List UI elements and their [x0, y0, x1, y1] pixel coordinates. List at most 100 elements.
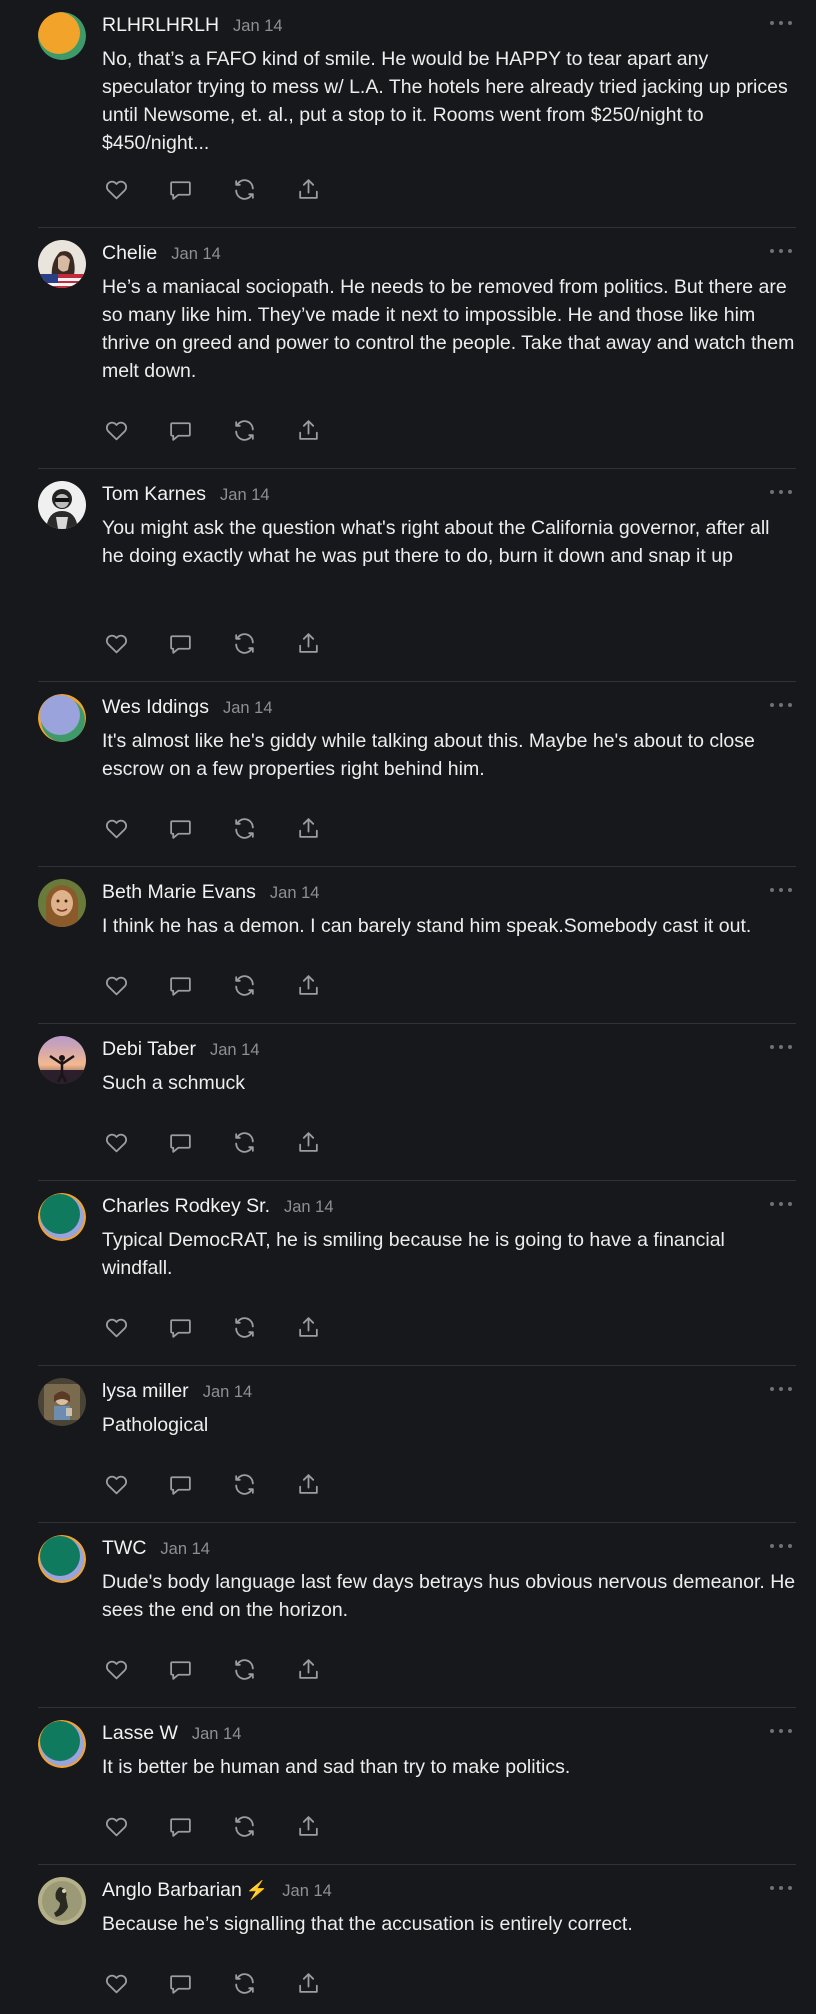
comment-date[interactable]: Jan 14	[233, 17, 283, 36]
author-name[interactable]: Wes Iddings	[102, 696, 209, 719]
avatar[interactable]	[38, 1378, 86, 1426]
author-name[interactable]: Beth Marie Evans	[102, 881, 256, 904]
speech-bubble-icon[interactable]	[166, 971, 194, 999]
share-upload-icon[interactable]	[294, 175, 322, 203]
comment: RLHRLHRLH Jan 14 No, that’s a FAFO kind …	[38, 0, 796, 228]
ellipsis-icon[interactable]	[770, 16, 792, 30]
author-name[interactable]: RLHRLHRLH	[102, 14, 219, 37]
ellipsis-icon[interactable]	[770, 1382, 792, 1396]
share-upload-icon[interactable]	[294, 814, 322, 842]
author-name[interactable]: lysa miller	[102, 1380, 189, 1403]
avatar[interactable]	[38, 1036, 86, 1084]
ellipsis-icon[interactable]	[770, 1197, 792, 1211]
restack-icon[interactable]	[230, 1313, 258, 1341]
ellipsis-icon[interactable]	[770, 1040, 792, 1054]
share-upload-icon[interactable]	[294, 971, 322, 999]
comment-date[interactable]: Jan 14	[282, 1882, 332, 1901]
ellipsis-icon[interactable]	[770, 1724, 792, 1738]
restack-icon[interactable]	[230, 971, 258, 999]
author-name[interactable]: Debi Taber	[102, 1038, 196, 1061]
heart-icon[interactable]	[102, 1812, 130, 1840]
speech-bubble-icon[interactable]	[166, 814, 194, 842]
comment-actions	[102, 416, 358, 444]
speech-bubble-icon[interactable]	[166, 1313, 194, 1341]
ellipsis-icon[interactable]	[770, 244, 792, 258]
heart-icon[interactable]	[102, 1128, 130, 1156]
speech-bubble-icon[interactable]	[166, 175, 194, 203]
avatar[interactable]	[38, 481, 86, 529]
speech-bubble-icon[interactable]	[166, 1812, 194, 1840]
share-upload-icon[interactable]	[294, 1128, 322, 1156]
heart-icon[interactable]	[102, 814, 130, 842]
share-upload-icon[interactable]	[294, 1969, 322, 1997]
avatar[interactable]	[38, 1535, 86, 1583]
comment-text: It's almost like he's giddy while talkin…	[102, 730, 755, 780]
ellipsis-icon[interactable]	[770, 485, 792, 499]
comment: Chelie Jan 14 He’s a maniacal sociopath.…	[38, 228, 796, 469]
avatar[interactable]	[38, 879, 86, 927]
comment-date[interactable]: Jan 14	[220, 486, 270, 505]
comment-date[interactable]: Jan 14	[270, 884, 320, 903]
restack-icon[interactable]	[230, 175, 258, 203]
avatar[interactable]	[38, 1193, 86, 1241]
heart-icon[interactable]	[102, 1655, 130, 1683]
comment: Anglo Barbarian ⚡ Jan 14 Because he’s si…	[38, 1865, 796, 2014]
speech-bubble-icon[interactable]	[166, 1655, 194, 1683]
speech-bubble-icon[interactable]	[166, 1969, 194, 1997]
restack-icon[interactable]	[230, 1470, 258, 1498]
avatar[interactable]	[38, 12, 86, 60]
comment-date[interactable]: Jan 14	[160, 1540, 210, 1559]
heart-icon[interactable]	[102, 1969, 130, 1997]
author-name[interactable]: Chelie	[102, 242, 157, 265]
share-upload-icon[interactable]	[294, 1470, 322, 1498]
share-upload-icon[interactable]	[294, 1655, 322, 1683]
heart-icon[interactable]	[102, 971, 130, 999]
ellipsis-icon[interactable]	[770, 698, 792, 712]
avatar[interactable]	[38, 1720, 86, 1768]
avatar[interactable]	[38, 1877, 86, 1925]
heart-icon[interactable]	[102, 1470, 130, 1498]
share-upload-icon[interactable]	[294, 416, 322, 444]
comment-actions	[102, 1470, 358, 1498]
comment-date[interactable]: Jan 14	[223, 699, 273, 718]
speech-bubble-icon[interactable]	[166, 1128, 194, 1156]
restack-icon[interactable]	[230, 1128, 258, 1156]
lightning-bolt-icon: ⚡	[245, 1880, 269, 1900]
restack-icon[interactable]	[230, 1969, 258, 1997]
share-upload-icon[interactable]	[294, 1812, 322, 1840]
comment-date[interactable]: Jan 14	[203, 1383, 253, 1402]
speech-bubble-icon[interactable]	[166, 629, 194, 657]
share-upload-icon[interactable]	[294, 629, 322, 657]
comment-date[interactable]: Jan 14	[284, 1198, 334, 1217]
heart-icon[interactable]	[102, 416, 130, 444]
author-name[interactable]: Lasse W	[102, 1722, 178, 1745]
comment-date[interactable]: Jan 14	[171, 245, 221, 264]
speech-bubble-icon[interactable]	[166, 1470, 194, 1498]
restack-icon[interactable]	[230, 1655, 258, 1683]
comment-date[interactable]: Jan 14	[210, 1041, 260, 1060]
comment-text: You might ask the question what's right …	[102, 517, 770, 567]
restack-icon[interactable]	[230, 629, 258, 657]
heart-icon[interactable]	[102, 1313, 130, 1341]
restack-icon[interactable]	[230, 814, 258, 842]
heart-icon[interactable]	[102, 175, 130, 203]
heart-icon[interactable]	[102, 629, 130, 657]
restack-icon[interactable]	[230, 1812, 258, 1840]
ellipsis-icon[interactable]	[770, 1881, 792, 1895]
speech-bubble-icon[interactable]	[166, 416, 194, 444]
ellipsis-icon[interactable]	[770, 1539, 792, 1553]
comment: TWC Jan 14 Dude's body language last few…	[38, 1523, 796, 1708]
comment-text: Typical DemocRAT, he is smiling because …	[102, 1229, 725, 1279]
comment-date[interactable]: Jan 14	[192, 1725, 242, 1744]
author-name[interactable]: Charles Rodkey Sr.	[102, 1195, 270, 1218]
restack-icon[interactable]	[230, 416, 258, 444]
ellipsis-icon[interactable]	[770, 883, 792, 897]
avatar[interactable]	[38, 694, 86, 742]
author-name[interactable]: Anglo Barbarian	[102, 1879, 242, 1902]
avatar[interactable]	[38, 240, 86, 288]
author-name[interactable]: Tom Karnes	[102, 483, 206, 506]
share-upload-icon[interactable]	[294, 1313, 322, 1341]
comment-text: Pathological	[102, 1414, 209, 1436]
comment-actions	[102, 1812, 358, 1840]
author-name[interactable]: TWC	[102, 1537, 146, 1560]
